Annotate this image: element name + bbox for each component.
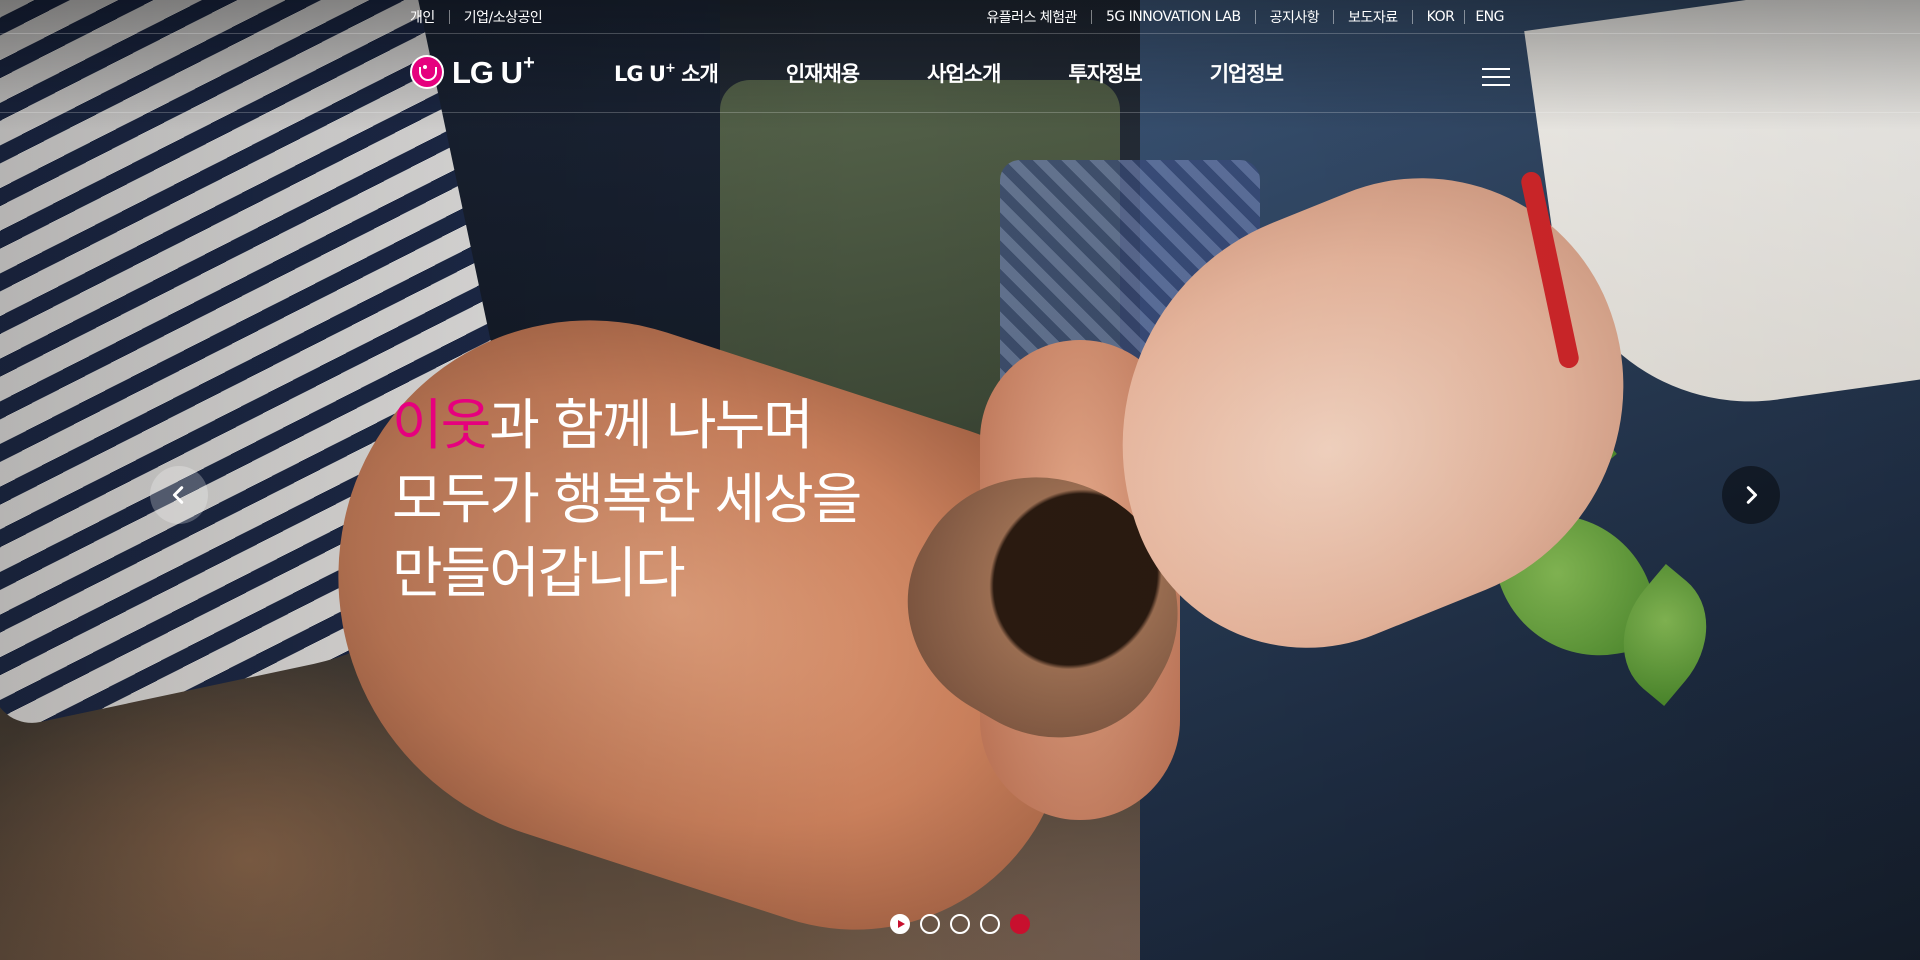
slide-dot-4-active[interactable] xyxy=(1010,914,1030,934)
hero-background xyxy=(0,0,1920,960)
chevron-right-icon xyxy=(1746,486,1758,504)
hamburger-menu-icon[interactable] xyxy=(1482,65,1510,87)
nav-item-investors[interactable]: 투자정보 xyxy=(1068,58,1142,88)
utility-bar: 개인 기업/소상공인 유플러스 체험관 5G INNOVATION LAB 공지… xyxy=(0,0,1920,34)
play-icon[interactable] xyxy=(890,914,910,934)
logo-text: LG U+ xyxy=(452,52,535,90)
lang-kor[interactable]: KOR xyxy=(1427,9,1455,25)
hero-headline: 이웃과 함께 나누며 모두가 행복한 세상을 만들어갑니다 xyxy=(392,388,862,610)
background-overlay xyxy=(0,0,1920,960)
divider xyxy=(1411,10,1413,24)
nav-item-careers[interactable]: 인재채용 xyxy=(786,58,860,88)
headline-line3: 만들어갑니다 xyxy=(392,541,686,605)
slide-dot-1[interactable] xyxy=(920,914,940,934)
logo-link[interactable]: LG U+ xyxy=(410,52,535,91)
divider xyxy=(1464,10,1466,24)
main-menu: LG U+ 소개 인재채용 사업소개 투자정보 기업정보 xyxy=(614,58,1284,88)
global-navigation: LG U+ LG U+ 소개 인재채용 사업소개 투자정보 기업정보 xyxy=(0,34,1920,113)
slide-dot-3[interactable] xyxy=(980,914,1000,934)
chevron-left-icon xyxy=(172,486,184,504)
divider xyxy=(448,10,450,24)
divider xyxy=(1333,10,1335,24)
headline-line1: 과 함께 나누며 xyxy=(489,393,814,457)
logo-mark-icon xyxy=(410,54,444,89)
lang-eng[interactable]: ENG xyxy=(1475,9,1504,25)
link-5g-innovation-lab[interactable]: 5G INNOVATION LAB xyxy=(1106,9,1241,25)
nav-item-company[interactable]: 기업정보 xyxy=(1210,58,1284,88)
link-notices[interactable]: 공지사항 xyxy=(1270,7,1320,27)
slider-prev-button[interactable] xyxy=(150,466,208,524)
link-press-releases[interactable]: 보도자료 xyxy=(1348,7,1398,27)
nav-item-about[interactable]: LG U+ 소개 xyxy=(614,58,719,88)
link-personal[interactable]: 개인 xyxy=(410,7,435,27)
nav-item-business[interactable]: 사업소개 xyxy=(927,58,1001,88)
slide-dot-2[interactable] xyxy=(950,914,970,934)
link-experience-center[interactable]: 유플러스 체험관 xyxy=(986,7,1077,27)
divider xyxy=(1254,10,1256,24)
slider-next-button[interactable] xyxy=(1722,466,1780,524)
divider xyxy=(1090,10,1092,24)
link-business[interactable]: 기업/소상공인 xyxy=(464,7,543,27)
headline-line2: 모두가 행복한 세상을 xyxy=(392,467,862,531)
segment-links: 개인 기업/소상공인 xyxy=(410,7,543,27)
headline-accent: 이웃 xyxy=(392,393,491,457)
slider-pagination xyxy=(890,914,1040,934)
utility-links: 유플러스 체험관 5G INNOVATION LAB 공지사항 보도자료 KOR… xyxy=(986,7,1504,27)
